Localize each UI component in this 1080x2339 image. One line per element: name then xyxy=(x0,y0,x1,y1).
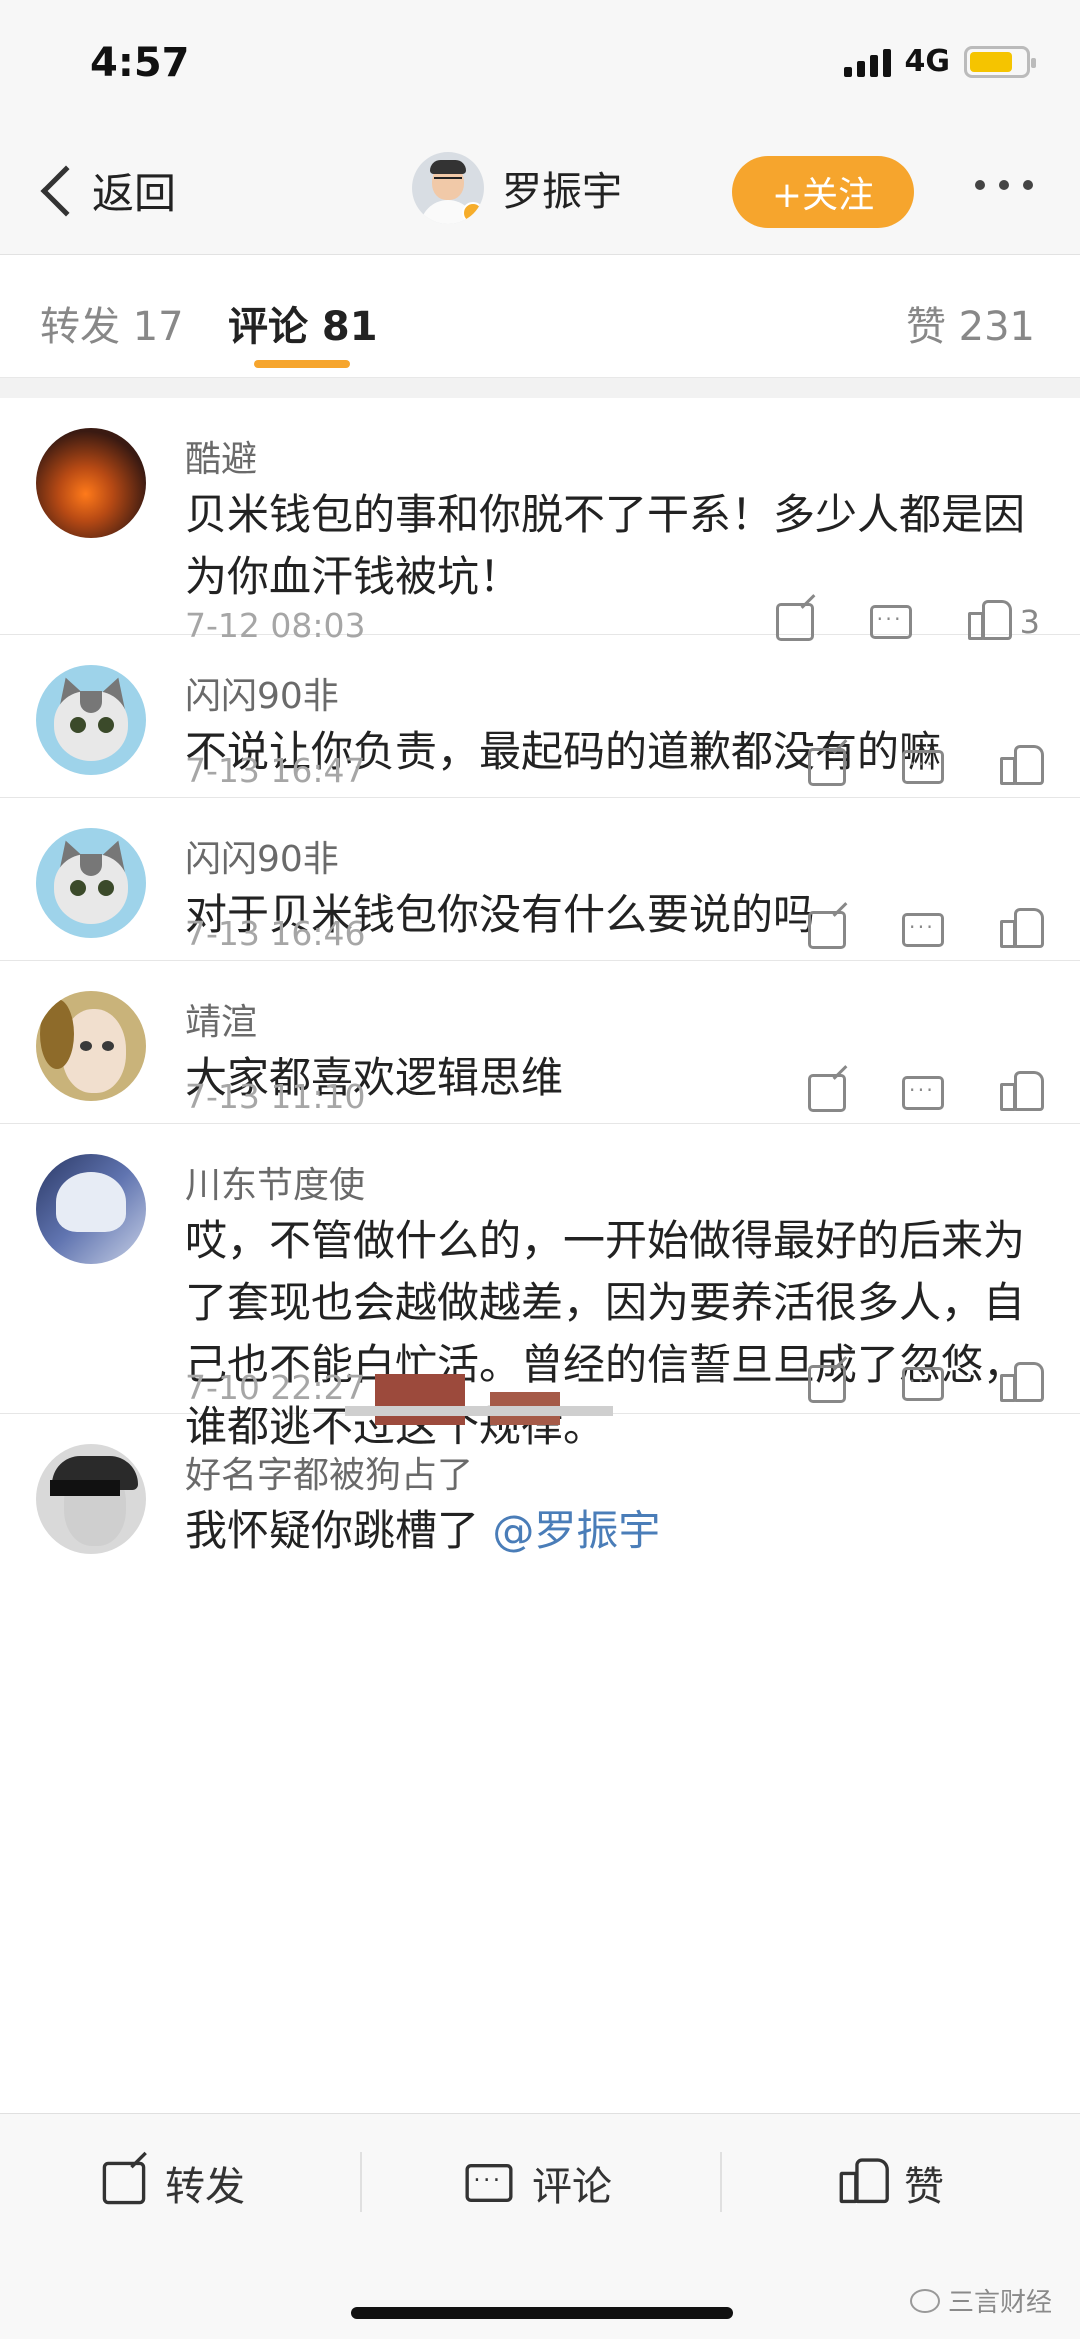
follow-button[interactable]: +关注 xyxy=(732,156,914,228)
profile-name[interactable]: 罗振宇 xyxy=(502,159,622,217)
status-bar: 4:57 4G xyxy=(0,0,1080,130)
reply-action[interactable] xyxy=(902,1076,944,1110)
divider xyxy=(720,2152,722,2212)
comment-time: 7-10 22:27 xyxy=(185,1368,366,1407)
avatar[interactable] xyxy=(36,991,146,1101)
comment-item: 靖渲 大家都喜欢逻辑思维 7-13 11:10 xyxy=(0,961,1080,1124)
avatar[interactable] xyxy=(36,428,146,538)
share-icon xyxy=(102,2161,146,2205)
avatar[interactable] xyxy=(412,152,484,224)
comment-icon xyxy=(902,913,944,947)
thumbs-up-icon xyxy=(1000,745,1044,787)
comment-text: 我怀疑你跳槽了 @罗振宇 xyxy=(185,1500,1035,1562)
watermark-text: 三言财经 xyxy=(947,2288,1052,2318)
verified-badge-icon xyxy=(462,202,484,224)
comment-time: 7-13 11:10 xyxy=(185,1077,366,1116)
comment-time: 7-13 16:47 xyxy=(185,751,366,790)
bottom-action-bar: 转发 评论 赞 三言财经 xyxy=(0,2113,1080,2339)
like-action[interactable] xyxy=(1000,908,1044,950)
like-action[interactable] xyxy=(1000,1362,1044,1404)
chevron-left-icon xyxy=(40,165,92,216)
comment-label: 评论 xyxy=(532,2164,612,2210)
comment-image[interactable] xyxy=(345,1370,613,1425)
repost-action[interactable] xyxy=(808,748,846,786)
repost-button[interactable]: 转发 xyxy=(102,2154,245,2212)
repost-label: 转发 xyxy=(165,2164,245,2210)
tab-active-indicator xyxy=(254,360,350,368)
share-icon xyxy=(808,1074,846,1112)
comment-actions xyxy=(808,908,1044,950)
home-indicator[interactable] xyxy=(351,2307,733,2319)
comment-author[interactable]: 好名字都被狗占了 xyxy=(185,1446,473,1498)
comment-author[interactable]: 闪闪90非 xyxy=(185,830,339,882)
reply-action[interactable] xyxy=(869,605,912,639)
profile-header[interactable]: 罗振宇 xyxy=(412,152,622,224)
like-action[interactable] xyxy=(1000,745,1044,787)
tab-comment[interactable]: 评论 81 xyxy=(228,294,378,352)
like-action[interactable] xyxy=(1000,1071,1044,1113)
avatar[interactable] xyxy=(36,665,146,775)
back-label: 返回 xyxy=(92,169,177,218)
signal-icon xyxy=(843,47,891,77)
battery-icon xyxy=(964,45,1036,78)
comment-actions xyxy=(808,1071,1044,1113)
comment-time: 7-13 16:46 xyxy=(185,914,366,953)
network-label: 4G xyxy=(904,44,951,79)
reply-action[interactable] xyxy=(902,1367,944,1401)
thumbs-up-icon xyxy=(1000,908,1044,950)
back-button[interactable]: 返回 xyxy=(34,160,176,221)
comment-author[interactable]: 酷避 xyxy=(185,430,257,482)
avatar[interactable] xyxy=(36,1444,146,1554)
divider xyxy=(360,2152,362,2212)
tab-like[interactable]: 赞 231 xyxy=(906,294,1035,352)
like-label: 赞 xyxy=(904,2164,944,2210)
comment-button[interactable]: 评论 xyxy=(465,2154,612,2212)
thumbs-up-icon xyxy=(1000,1362,1044,1404)
comment-actions xyxy=(808,745,1044,787)
comment-text-body: 我怀疑你跳槽了 xyxy=(185,1506,480,1555)
comment-item: 酷避 贝米钱包的事和你脱不了干系！多少人都是因为你血汗钱被坑！ 7-12 08:… xyxy=(0,398,1080,645)
comment-author[interactable]: 闪闪90非 xyxy=(185,667,339,719)
comment-item: 好名字都被狗占了 我怀疑你跳槽了 @罗振宇 xyxy=(0,1414,1080,1674)
repost-action[interactable] xyxy=(808,1074,846,1112)
share-icon xyxy=(808,911,846,949)
wechat-icon xyxy=(909,2288,940,2313)
thumbs-up-icon xyxy=(839,2158,889,2206)
mention-link[interactable]: @罗振宇 xyxy=(492,1506,660,1555)
comment-icon xyxy=(869,605,912,639)
reply-action[interactable] xyxy=(902,913,944,947)
status-indicators: 4G xyxy=(843,44,1036,79)
nav-bar: 返回 罗振宇 +关注 xyxy=(0,130,1080,255)
divider xyxy=(0,378,1080,398)
comment-icon xyxy=(902,750,944,784)
comment-list: 酷避 贝米钱包的事和你脱不了干系！多少人都是因为你血汗钱被坑！ 7-12 08:… xyxy=(0,398,1080,1674)
comment-author[interactable]: 川东节度使 xyxy=(185,1156,365,1208)
reply-action[interactable] xyxy=(902,750,944,784)
comment-item: 闪闪90非 不说让你负责，最起码的道歉都没有的嘛 7-13 16:47 xyxy=(0,635,1080,798)
comment-item: 闪闪90非 对于贝米钱包你没有什么要说的吗 7-13 16:46 xyxy=(0,798,1080,961)
comment-icon xyxy=(902,1076,944,1110)
comment-text: 贝米钱包的事和你脱不了干系！多少人都是因为你血汗钱被坑！ xyxy=(185,490,1026,601)
like-button[interactable]: 赞 xyxy=(839,2154,944,2212)
tab-bar: 转发 17 评论 81 赞 231 xyxy=(0,256,1080,378)
tab-repost[interactable]: 转发 17 xyxy=(40,294,184,352)
avatar[interactable] xyxy=(36,828,146,938)
battery-fill xyxy=(970,51,1013,72)
watermark: 三言财经 xyxy=(909,2282,1052,2319)
comment-author[interactable]: 靖渲 xyxy=(185,993,257,1045)
repost-action[interactable] xyxy=(808,911,846,949)
comment-actions xyxy=(808,1362,1044,1404)
repost-action[interactable] xyxy=(808,1365,846,1403)
comment-icon xyxy=(902,1367,944,1401)
share-icon xyxy=(808,1365,846,1403)
status-time: 4:57 xyxy=(90,40,190,86)
comment-icon xyxy=(465,2163,513,2203)
more-icon[interactable] xyxy=(975,180,1033,190)
thumbs-up-icon xyxy=(1000,1071,1044,1113)
share-icon xyxy=(808,748,846,786)
avatar[interactable] xyxy=(36,1154,146,1264)
